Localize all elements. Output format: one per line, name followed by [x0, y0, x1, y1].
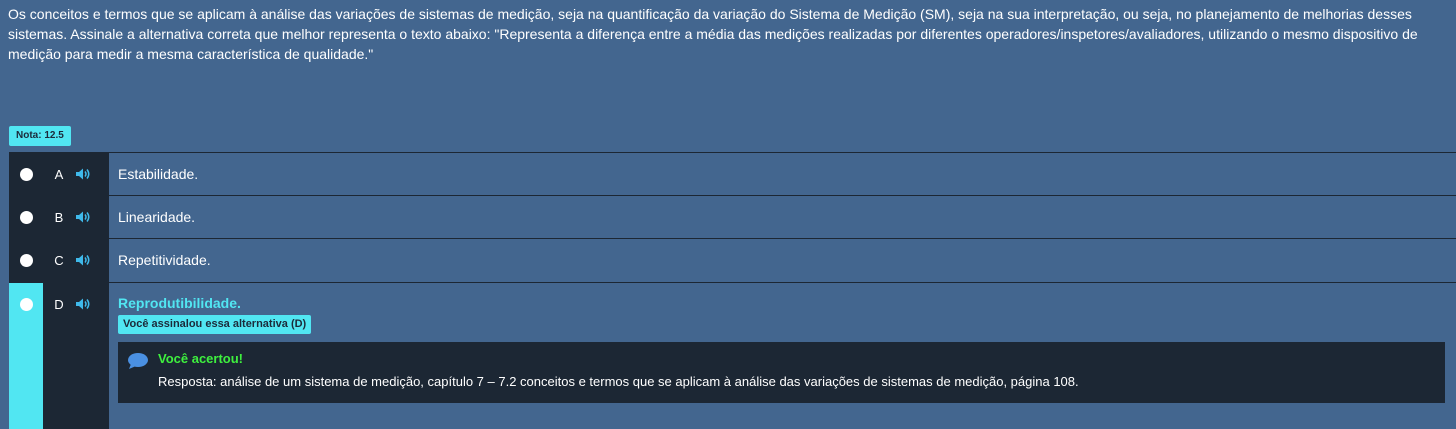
feedback-panel: Você acertou! Resposta: análise de um si… [118, 342, 1445, 403]
option-label: Estabilidade. [118, 166, 199, 182]
radio-d[interactable] [19, 298, 33, 311]
selected-answer-badge: Você assinalou essa alternativa (D) [118, 315, 312, 334]
speaker-icon[interactable] [75, 153, 95, 195]
option-c[interactable]: C Repetitividade. [9, 239, 1456, 283]
speaker-icon[interactable] [75, 239, 95, 282]
radio-a[interactable] [19, 168, 33, 181]
chat-bubble-icon [127, 352, 149, 375]
speaker-icon[interactable] [75, 196, 95, 238]
option-label: Repetitividade. [118, 252, 211, 268]
feedback-title: Você acertou! [158, 351, 244, 366]
question-text: Os conceitos e termos que se aplicam à a… [8, 6, 1418, 62]
option-label: Linearidade. [118, 209, 196, 225]
speaker-icon[interactable] [75, 283, 95, 429]
radio-c[interactable] [19, 254, 33, 267]
option-letter: B [54, 210, 64, 225]
option-letter: A [54, 167, 64, 182]
option-letter: C [54, 253, 64, 268]
feedback-text: Resposta: análise de um sistema de mediç… [158, 374, 1079, 389]
option-d[interactable]: D Reprodutibilidade. Você assinalou essa… [9, 283, 1456, 429]
option-b[interactable]: B Linearidade. [9, 196, 1456, 239]
option-label: Reprodutibilidade. [118, 295, 241, 311]
option-letter: D [54, 297, 64, 312]
option-a[interactable]: A Estabilidade. [9, 153, 1456, 196]
options-list: A Estabilidade. B Linearidade. C Repetit… [9, 152, 1456, 429]
score-badge: Nota: 12.5 [9, 126, 71, 146]
radio-b[interactable] [19, 211, 33, 224]
